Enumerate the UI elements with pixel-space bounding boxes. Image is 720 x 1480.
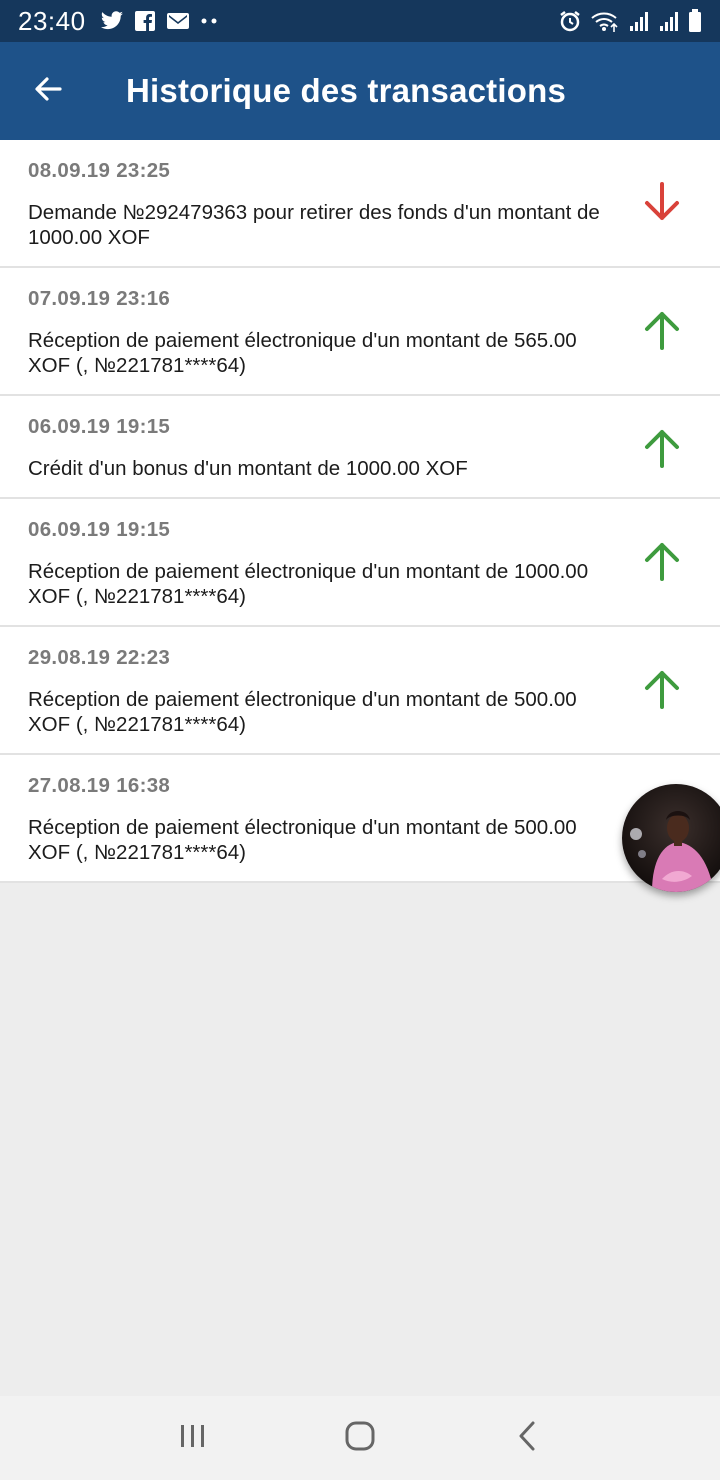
battery-icon bbox=[688, 9, 702, 33]
back-button[interactable] bbox=[0, 42, 96, 140]
nav-back-button[interactable] bbox=[487, 1408, 567, 1468]
transaction-date: 27.08.19 16:38 bbox=[28, 774, 171, 797]
system-icons bbox=[558, 9, 702, 33]
twitter-icon bbox=[100, 11, 124, 31]
transaction-date: 07.09.19 23:16 bbox=[28, 287, 171, 310]
transaction-row[interactable]: 06.09.19 19:15 Réception de paiement éle… bbox=[0, 499, 720, 627]
transaction-date: 06.09.19 19:15 bbox=[28, 518, 171, 541]
arrow-left-icon bbox=[32, 73, 64, 110]
transaction-description: Réception de paiement électronique d'un … bbox=[28, 816, 577, 864]
transaction-row[interactable]: 29.08.19 22:23 Réception de paiement éle… bbox=[0, 627, 720, 755]
floating-avatar[interactable] bbox=[622, 784, 720, 892]
notification-icons bbox=[100, 10, 220, 32]
transaction-row[interactable]: 06.09.19 19:15 Crédit d'un bonus d'un mo… bbox=[0, 396, 720, 499]
app-bar: Historique des transactions bbox=[0, 42, 720, 140]
transaction-description: Demande №292479363 pour retirer des fond… bbox=[28, 201, 600, 249]
more-notifications-icon bbox=[200, 17, 220, 25]
home-button[interactable] bbox=[320, 1408, 400, 1468]
arrow-up-icon bbox=[640, 426, 684, 470]
arrow-up-icon bbox=[640, 667, 684, 711]
transaction-date: 06.09.19 19:15 bbox=[28, 415, 171, 438]
navigation-bar bbox=[0, 1396, 720, 1480]
transaction-date: 29.08.19 22:23 bbox=[28, 646, 171, 669]
transaction-description: Réception de paiement électronique d'un … bbox=[28, 329, 577, 377]
status-bar: 23:40 bbox=[0, 0, 720, 42]
recent-apps-button[interactable] bbox=[153, 1408, 233, 1468]
transaction-row[interactable]: 08.09.19 23:25 Demande №292479363 pour r… bbox=[0, 140, 720, 268]
facebook-icon bbox=[134, 10, 156, 32]
transaction-list: 08.09.19 23:25 Demande №292479363 pour r… bbox=[0, 140, 720, 883]
arrow-up-icon bbox=[640, 539, 684, 583]
home-icon bbox=[344, 1420, 376, 1457]
transaction-row[interactable]: 07.09.19 23:16 Réception de paiement éle… bbox=[0, 268, 720, 396]
transaction-description: Réception de paiement électronique d'un … bbox=[28, 560, 589, 608]
transaction-date: 08.09.19 23:25 bbox=[28, 159, 171, 182]
wifi-icon bbox=[590, 10, 620, 32]
signal-icon bbox=[628, 10, 650, 32]
transaction-description: Réception de paiement électronique d'un … bbox=[28, 688, 577, 736]
arrow-down-icon bbox=[640, 180, 684, 224]
status-time: 23:40 bbox=[18, 5, 86, 36]
transaction-description: Crédit d'un bonus d'un montant de 1000.0… bbox=[28, 457, 468, 480]
signal-icon bbox=[658, 10, 680, 32]
page-title: Historique des transactions bbox=[126, 72, 567, 109]
gmail-icon bbox=[166, 11, 190, 31]
back-icon bbox=[515, 1420, 539, 1457]
arrow-up-icon bbox=[640, 308, 684, 352]
recent-apps-icon bbox=[178, 1422, 208, 1455]
transaction-row[interactable]: 27.08.19 16:38 Réception de paiement éle… bbox=[0, 755, 720, 883]
alarm-icon bbox=[558, 9, 582, 33]
